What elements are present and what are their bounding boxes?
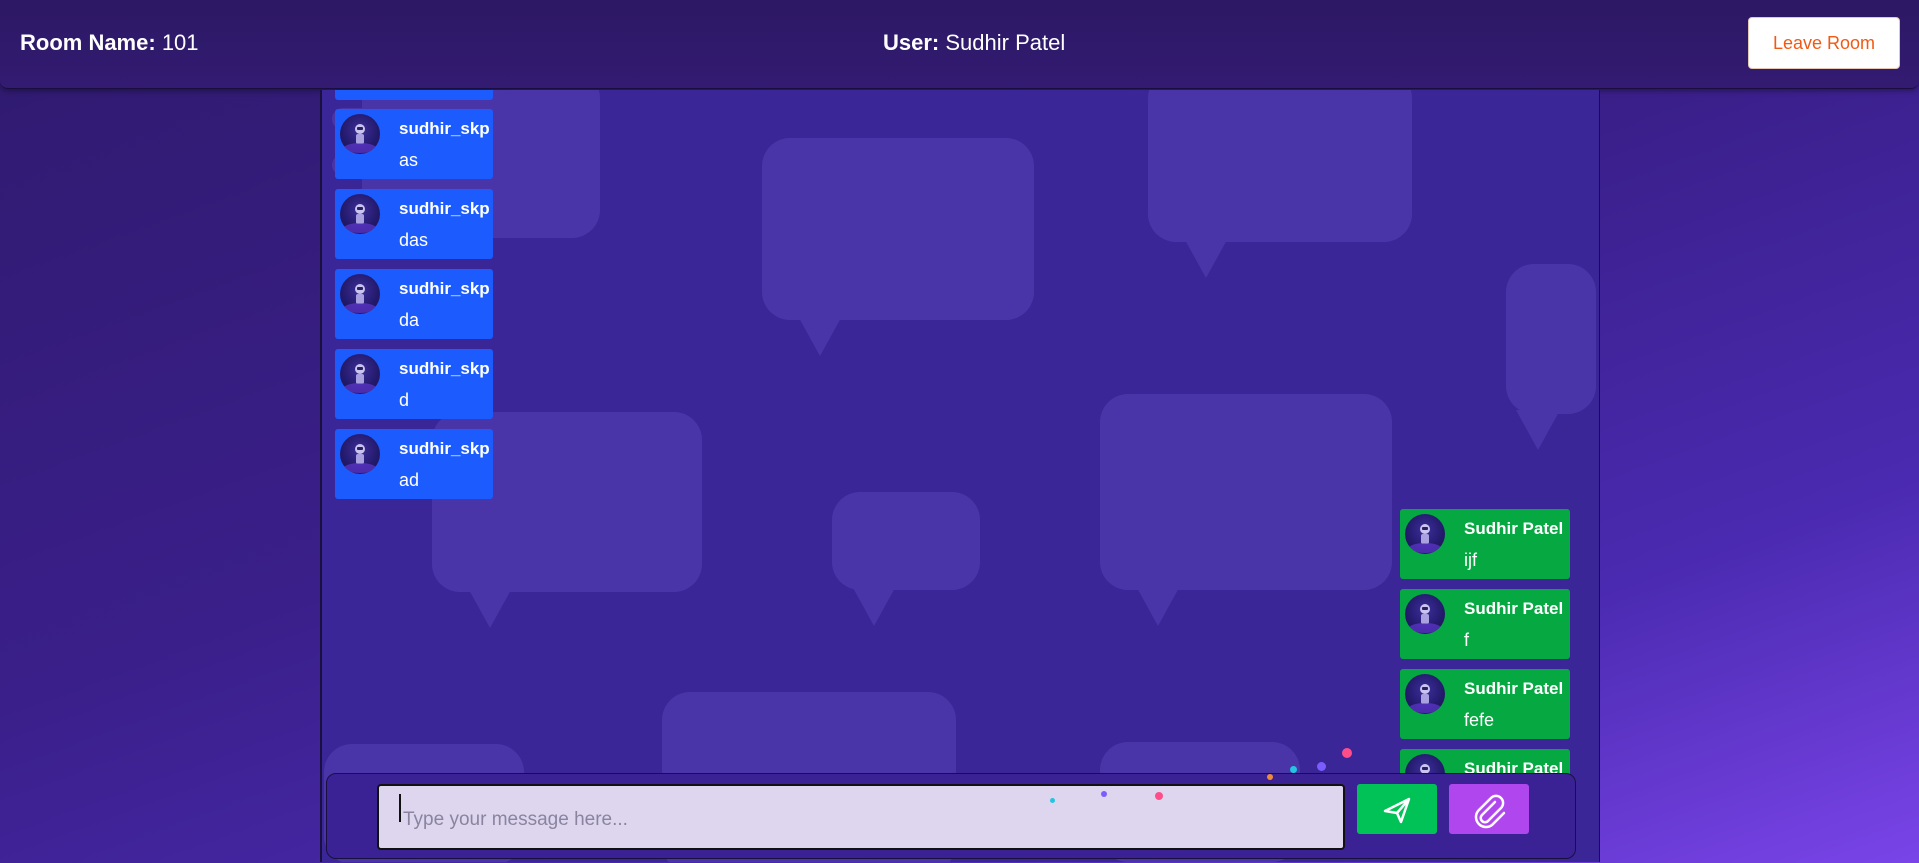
message-text: fefe [1464,710,1495,730]
astronaut-avatar [340,274,380,314]
bg-decoration [1100,394,1392,626]
text-caret [399,794,401,822]
message-sender: sudhir_skp [399,279,490,298]
message-text: ijf [1464,550,1477,570]
bg-decoration [762,138,1034,356]
user-value: Sudhir Patel [945,30,1066,55]
own-message-bubble: Sudhir Patel ijf [1400,509,1570,579]
astronaut-avatar [1405,674,1445,714]
message-bubble: sudhir_skp ad [335,429,493,499]
current-user: User: Sudhir Patel [883,30,1065,56]
message-sender: sudhir_skp [399,199,490,218]
message-bubble: sudhir_skp as [335,109,493,179]
sparkle-dot [1101,791,1107,797]
message-sender: Sudhir Patel [1464,679,1564,698]
message-bubble: sudhir_skp das [335,189,493,259]
message-input[interactable] [377,784,1345,850]
message-text: das [399,230,429,250]
message-bubble: sudhir_skp da [335,269,493,339]
message-sender: sudhir_skp [399,119,490,138]
astronaut-avatar [340,354,380,394]
bg-decoration [1148,90,1412,278]
message-text: ad [399,470,420,490]
message-sender: sudhir_skp [399,439,490,458]
astronaut-avatar [340,434,380,474]
message-bubble: sudhir_skp d [335,349,493,419]
sparkle-dot [1342,748,1352,758]
astronaut-avatar [1405,514,1445,554]
message-sender: Sudhir Patel [1464,599,1564,618]
sparkle-dot [1317,762,1326,771]
room-name-label: Room Name: [20,30,156,55]
message-sender: Sudhir Patel [1464,519,1564,538]
sparkle-dot [1267,774,1273,780]
send-icon [1383,797,1411,824]
user-label: User: [883,30,940,55]
own-message-bubble: Sudhir Patel f [1400,589,1570,659]
message-text: as [399,150,419,170]
astronaut-avatar [340,114,380,154]
message-bubble-partial [335,90,493,100]
attach-button[interactable] [1449,784,1529,834]
app-header: Room Name: 101 User: Sudhir Patel Leave … [0,0,1919,89]
bg-decoration [1506,264,1596,450]
room-name-value: 101 [161,30,199,55]
sparkle-dot [1290,766,1297,773]
paperclip-icon [1474,794,1506,829]
astronaut-avatar [340,194,380,234]
send-button[interactable] [1357,784,1437,834]
message-text: d [399,390,410,410]
own-message-bubble: Sudhir Patel fefe [1400,669,1570,739]
composer-bar [326,748,1576,859]
sparkle-dot [1155,792,1163,800]
bg-decoration [832,492,980,626]
message-sender: sudhir_skp [399,359,490,378]
astronaut-avatar [1405,594,1445,634]
message-text: f [1464,630,1470,650]
sparkle-dot [1050,798,1055,803]
room-name: Room Name: 101 [20,30,199,56]
message-text: da [399,310,420,330]
chat-panel: sudhir_skp as sudhir_skp das sudhir_skp … [320,90,1600,862]
leave-room-button[interactable]: Leave Room [1748,17,1900,69]
